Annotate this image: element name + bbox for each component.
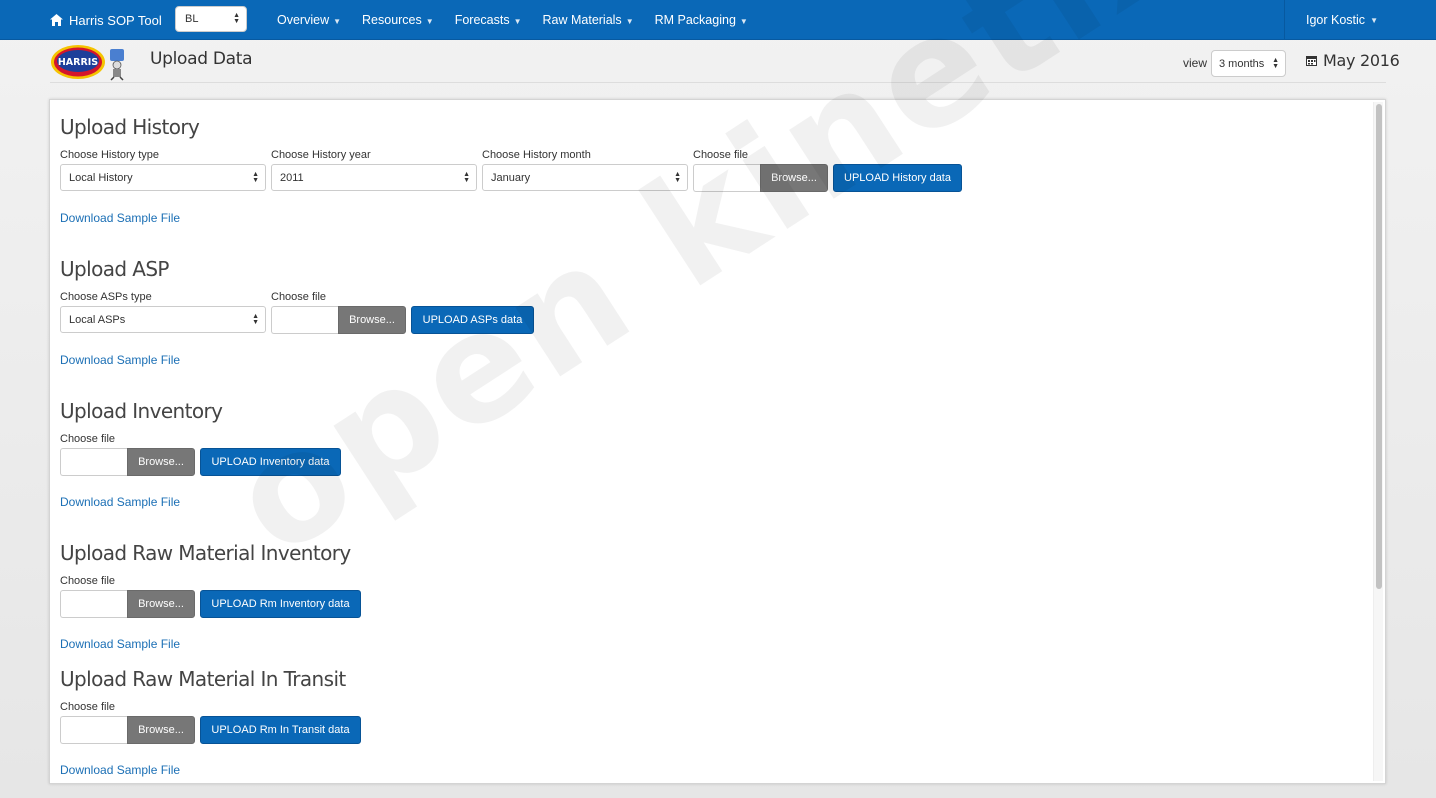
asp-browse-button[interactable]: Browse... (338, 306, 406, 334)
upload-inventory-button[interactable]: UPLOAD Inventory data (200, 448, 341, 476)
home-icon (50, 14, 63, 26)
current-period-label: May 2016 (1323, 50, 1400, 70)
section-title: Upload Raw Material In Transit (60, 667, 346, 691)
asp-sample-link[interactable]: Download Sample File (60, 353, 180, 367)
upload-history-button[interactable]: UPLOAD History data (833, 164, 962, 192)
select-value: 2011 (280, 172, 304, 184)
panel-scrollbar[interactable] (1373, 102, 1383, 781)
view-period-value: 3 months (1219, 58, 1265, 70)
rm-transit-sample-link[interactable]: Download Sample File (60, 763, 180, 777)
header-divider (50, 82, 1386, 83)
business-unit-value: BL (185, 13, 199, 25)
inventory-browse-button[interactable]: Browse... (127, 448, 195, 476)
select-arrows-icon: ▲ ▼ (252, 312, 259, 326)
history-month-select[interactable]: January ▲ ▼ (482, 164, 688, 191)
menu-item-resources[interactable]: Resources ▼ (362, 13, 434, 27)
menu-item-label: Forecasts (454, 13, 510, 27)
history-type-label: Choose History type (60, 149, 160, 161)
history-month-label: Choose History month (482, 149, 591, 161)
rm-transit-file-input[interactable] (60, 716, 127, 744)
history-section: Upload History (60, 115, 200, 139)
section-title: Upload Inventory (60, 399, 223, 423)
section-title: Upload Raw Material Inventory (60, 541, 351, 565)
select-value: January (491, 172, 531, 184)
history-file-input[interactable] (693, 164, 760, 192)
upload-rm-inventory-button[interactable]: UPLOAD Rm Inventory data (200, 590, 361, 618)
business-unit-select[interactable]: BL ▲ ▼ (175, 6, 247, 32)
asp-file-input[interactable] (271, 306, 338, 334)
section-title: Upload ASP (60, 257, 169, 281)
upload-rm-transit-button[interactable]: UPLOAD Rm In Transit data (200, 716, 361, 744)
section-title: Upload History (60, 115, 200, 139)
rm-inventory-sample-link[interactable]: Download Sample File (60, 637, 180, 651)
rm-transit-file-picker: Browse... (60, 716, 195, 744)
asp-file-picker: Browse... (271, 306, 406, 334)
rm-inventory-file-picker: Browse... (60, 590, 195, 618)
caret-down-icon: ▼ (425, 17, 434, 26)
inventory-sample-link[interactable]: Download Sample File (60, 495, 180, 509)
rm-inventory-file-label: Choose file (60, 575, 116, 587)
calendar-icon (1306, 55, 1317, 66)
menu-item-overview[interactable]: Overview ▼ (277, 13, 341, 27)
user-name: Igor Kostic (1306, 13, 1366, 27)
harris-logo: HARRIS (51, 45, 124, 81)
rm-inventory-browse-button[interactable]: Browse... (127, 590, 195, 618)
rm-inventory-section: Upload Raw Material Inventory (60, 541, 351, 565)
select-arrows-icon: ▲ ▼ (252, 170, 259, 184)
inventory-file-picker: Browse... (60, 448, 195, 476)
select-value: Local ASPs (69, 314, 126, 326)
caret-down-icon: ▼ (1370, 15, 1378, 25)
view-period-select[interactable]: 3 months ▲ ▼ (1211, 50, 1286, 77)
top-navbar: Harris SOP Tool BL ▲ ▼ Overview ▼ Resource… (0, 0, 1436, 40)
asp-file-label: Choose file (271, 291, 327, 303)
menu-item-forecasts[interactable]: Forecasts ▼ (455, 13, 522, 27)
history-year-select[interactable]: 2011 ▲ ▼ (271, 164, 477, 191)
caret-down-icon: ▼ (513, 17, 522, 26)
asp-type-select[interactable]: Local ASPs ▲ ▼ (60, 306, 266, 333)
history-browse-button[interactable]: Browse... (760, 164, 828, 192)
rm-transit-section: Upload Raw Material In Transit (60, 667, 346, 691)
logo-text: HARRIS (58, 57, 98, 68)
asp-type-label: Choose ASPs type (60, 291, 152, 303)
scrollbar-thumb[interactable] (1376, 104, 1382, 589)
menu-item-rm-packaging[interactable]: RM Packaging ▼ (655, 13, 748, 27)
menu-item-label: RM Packaging (654, 13, 736, 27)
inventory-file-label: Choose file (60, 433, 116, 445)
rm-transit-browse-button[interactable]: Browse... (127, 716, 195, 744)
inventory-section: Upload Inventory (60, 399, 223, 423)
select-arrows-icon: ▲ ▼ (1272, 56, 1279, 70)
inventory-file-input[interactable] (60, 448, 127, 476)
upload-asp-button[interactable]: UPLOAD ASPs data (411, 306, 534, 334)
history-type-select[interactable]: Local History ▲ ▼ (60, 164, 266, 191)
history-file-picker: Browse... (693, 164, 828, 192)
caret-down-icon: ▼ (333, 17, 342, 26)
select-arrows-icon: ▲ ▼ (233, 12, 240, 25)
brand-label: Harris SOP Tool (69, 12, 162, 28)
caret-down-icon: ▼ (625, 17, 634, 26)
brand-link[interactable]: Harris SOP Tool (50, 0, 162, 40)
history-sample-link[interactable]: Download Sample File (60, 211, 180, 225)
history-file-label: Choose file (693, 149, 749, 161)
caret-down-icon: ▼ (739, 17, 748, 26)
menu-item-label: Raw Materials (542, 13, 622, 27)
upload-panel: Upload History Choose History type Local… (49, 99, 1386, 784)
select-value: Local History (69, 172, 133, 184)
main-menu: Overview ▼ Resources ▼ Forecasts ▼ Raw Mate… (277, 0, 769, 40)
rm-transit-file-label: Choose file (60, 701, 116, 713)
asp-section: Upload ASP (60, 257, 169, 281)
menu-item-raw-materials[interactable]: Raw Materials ▼ (543, 13, 634, 27)
select-arrows-icon: ▲ ▼ (674, 170, 681, 184)
menu-item-label: Resources (362, 13, 422, 27)
view-label: view (1183, 56, 1208, 70)
rm-inventory-file-input[interactable] (60, 590, 127, 618)
page-title: Upload Data (150, 49, 253, 69)
menu-item-label: Overview (277, 13, 330, 27)
current-period: May 2016 (1306, 50, 1400, 70)
history-year-label: Choose History year (271, 149, 371, 161)
select-arrows-icon: ▲ ▼ (463, 170, 470, 184)
user-menu[interactable]: Igor Kostic ▼ (1284, 0, 1436, 40)
